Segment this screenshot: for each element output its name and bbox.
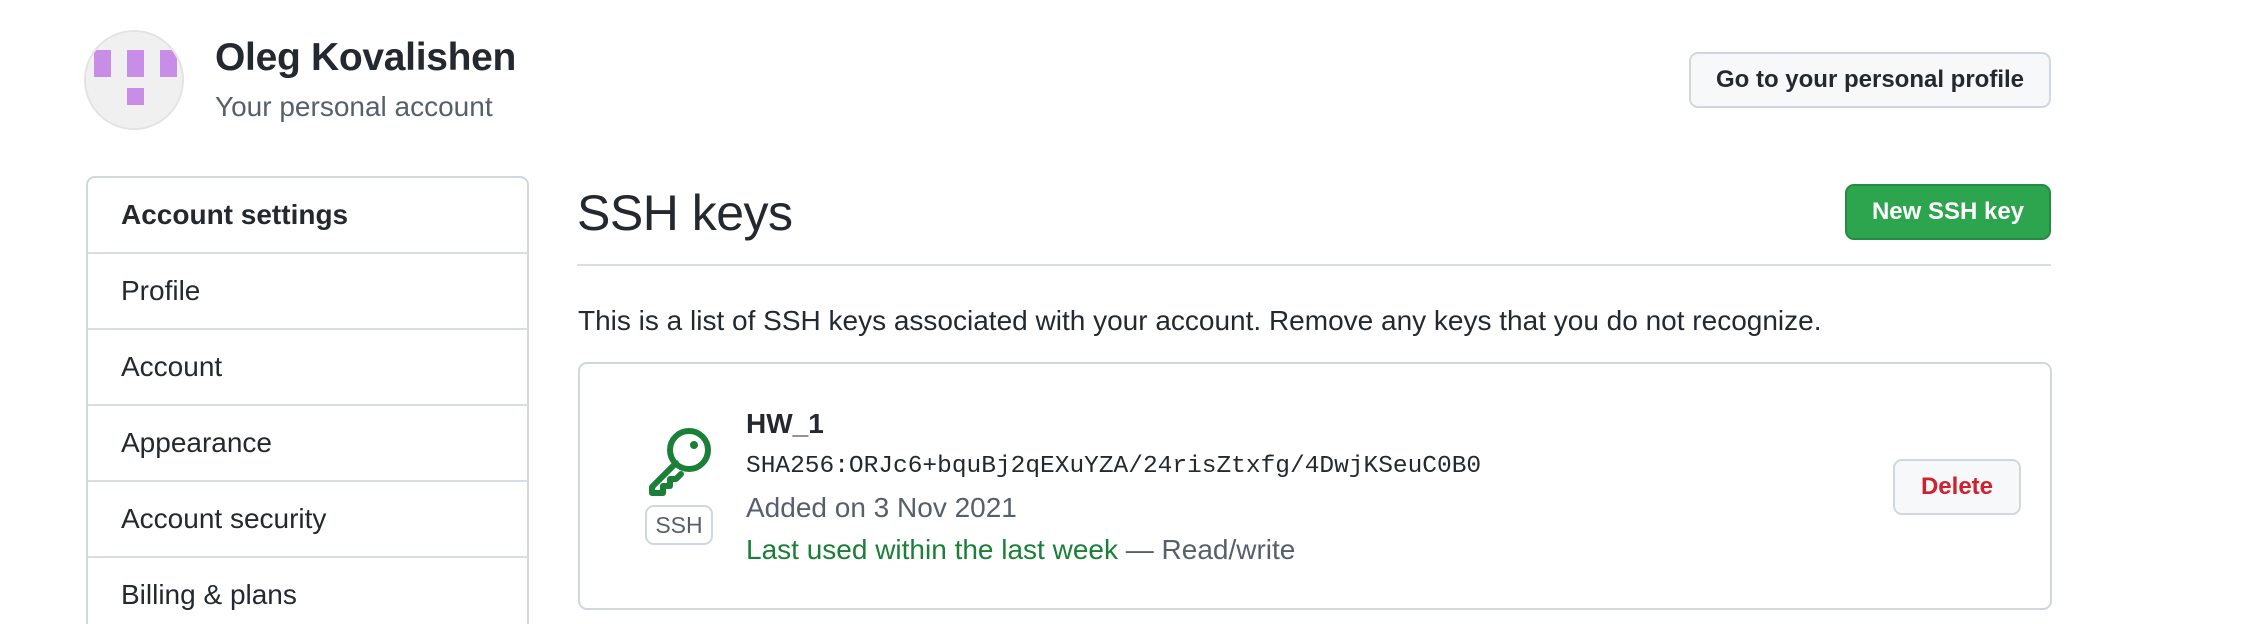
user-name: Oleg Kovalishen <box>215 36 517 79</box>
sidebar-item-appearance[interactable]: Appearance <box>88 406 527 482</box>
key-icon <box>643 424 715 496</box>
key-added-date: Added on 3 Nov 2021 <box>746 492 1017 523</box>
settings-sidebar: Account settings Profile Account Appeara… <box>86 176 529 624</box>
page-title: SSH keys <box>577 185 793 241</box>
identicon-image <box>86 32 182 128</box>
go-to-profile-button[interactable]: Go to your personal profile <box>1689 52 2051 108</box>
settings-page: Oleg Kovalishen Your personal account Go… <box>0 0 2250 624</box>
sidebar-heading-account-settings: Account settings <box>88 178 527 254</box>
new-ssh-key-button[interactable]: New SSH key <box>1845 184 2051 240</box>
avatar[interactable] <box>84 30 184 130</box>
sidebar-item-billing-plans[interactable]: Billing & plans <box>88 558 527 624</box>
key-usage: Last used within the last week — Read/wr… <box>746 534 1295 566</box>
ssh-keys-description: This is a list of SSH keys associated wi… <box>578 305 1822 336</box>
ssh-key-item: SSH HW_1 SHA256:ORJc6+bquBj2qEXuYZA/24ri… <box>578 362 2052 610</box>
sidebar-item-profile[interactable]: Profile <box>88 254 527 330</box>
sidebar-item-account-security[interactable]: Account security <box>88 482 527 558</box>
key-title: HW_1 <box>746 408 824 439</box>
key-last-used: Last used within the last week <box>746 534 1118 565</box>
key-fingerprint: SHA256:ORJc6+bquBj2qEXuYZA/24risZtxfg/4D… <box>746 453 1482 480</box>
account-type-label: Your personal account <box>215 91 493 122</box>
ssh-type-badge: SSH <box>645 505 713 545</box>
sidebar-item-account[interactable]: Account <box>88 330 527 406</box>
key-access-level: — Read/write <box>1117 534 1296 565</box>
delete-key-button[interactable]: Delete <box>1893 459 2021 515</box>
title-divider <box>577 264 2051 266</box>
